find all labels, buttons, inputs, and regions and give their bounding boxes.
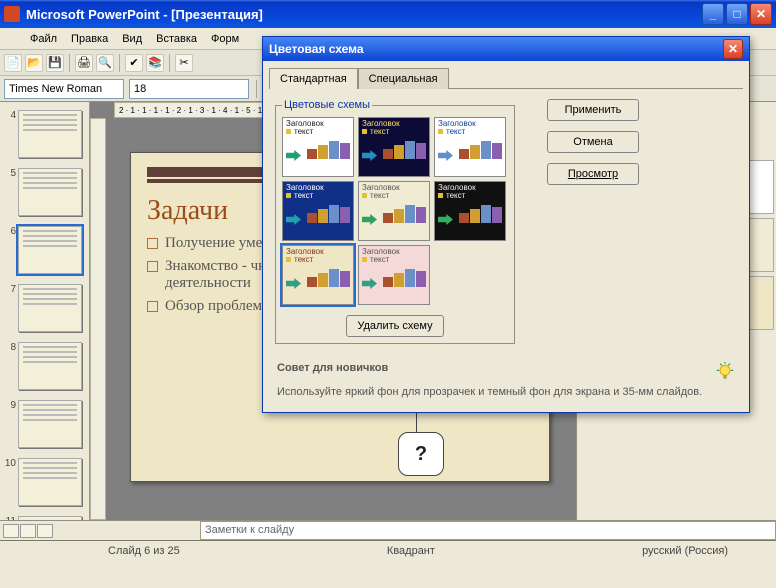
scheme-option-2[interactable]: Заголовоктекст .schpick:nth-child(3) .ar…	[434, 117, 506, 177]
lightbulb-icon	[715, 362, 735, 382]
schemes-legend: Цветовые схемы	[282, 99, 372, 111]
thumb-10[interactable]: 10	[4, 458, 85, 506]
save-icon[interactable]: 💾	[46, 54, 64, 72]
thumb-5[interactable]: 5	[4, 168, 85, 216]
schemes-group: Цветовые схемы Заголовоктекст .schpick:n…	[275, 99, 515, 344]
bottom-bar: Заметки к слайду	[0, 520, 776, 540]
scheme-option-6[interactable]: Заголовоктекст .schpick:nth-child(7) .ar…	[282, 245, 354, 305]
hint-text: Используйте яркий фон для прозрачек и те…	[277, 386, 702, 398]
thumb-8[interactable]: 8	[4, 342, 85, 390]
status-lang: русский (Россия)	[634, 545, 736, 557]
research-icon[interactable]: 📚	[146, 54, 164, 72]
vertical-ruler	[90, 118, 106, 520]
status-slide: Слайд 6 из 25	[100, 545, 188, 557]
app-title: Microsoft PowerPoint - [Презентация]	[26, 7, 263, 22]
scheme-option-1[interactable]: Заголовоктекст .schpick:nth-child(2) .ar…	[358, 117, 430, 177]
scheme-option-3[interactable]: Заголовоктекст .schpick:nth-child(4) .ar…	[282, 181, 354, 241]
font-select[interactable]	[4, 79, 124, 99]
menu-insert[interactable]: Вставка	[150, 31, 203, 47]
scheme-option-4[interactable]: Заголовоктекст .schpick:nth-child(5) .ar…	[358, 181, 430, 241]
size-select[interactable]	[129, 79, 249, 99]
menu-view[interactable]: Вид	[116, 31, 148, 47]
close-button[interactable]: ✕	[750, 3, 772, 25]
color-scheme-dialog: Цветовая схема ✕ Стандартная Специальная…	[262, 36, 750, 413]
cancel-button[interactable]: Отмена	[547, 131, 639, 153]
scheme-option-0[interactable]: Заголовоктекст .schpick:nth-child(1) .ar…	[282, 117, 354, 177]
slide-thumbnails[interactable]: 4 5 6 7 8 9 10 11	[0, 102, 90, 520]
thumb-11[interactable]: 11	[4, 516, 85, 520]
sorter-view-icon[interactable]	[20, 524, 36, 538]
view-buttons	[0, 521, 100, 540]
thumb-7[interactable]: 7	[4, 284, 85, 332]
menu-file[interactable]: Файл	[24, 31, 63, 47]
dialog-title: Цветовая схема	[269, 42, 364, 56]
print-icon[interactable]: 🖨	[75, 54, 93, 72]
preview-icon[interactable]: 🔍	[96, 54, 114, 72]
thumb-4[interactable]: 4	[4, 110, 85, 158]
tab-custom[interactable]: Специальная	[358, 68, 449, 89]
slideshow-view-icon[interactable]	[37, 524, 53, 538]
open-icon[interactable]: 📂	[25, 54, 43, 72]
maximize-button[interactable]: □	[726, 3, 748, 25]
app-icon	[4, 6, 20, 22]
preview-button[interactable]: Просмотр	[547, 163, 639, 185]
hint-box: Совет для новичков Используйте яркий фон…	[277, 362, 735, 398]
scheme-option-7[interactable]: Заголовоктекст .schpick:nth-child(8) .ar…	[358, 245, 430, 305]
status-theme: Квадрант	[188, 545, 634, 557]
thumb-9[interactable]: 9	[4, 400, 85, 448]
spell-icon[interactable]: ✔	[125, 54, 143, 72]
delete-scheme-button[interactable]: Удалить схему	[346, 315, 443, 337]
cut-icon[interactable]: ✂	[175, 54, 193, 72]
new-icon[interactable]: 📄	[4, 54, 22, 72]
minimize-button[interactable]: _	[702, 3, 724, 25]
titlebar: Microsoft PowerPoint - [Презентация] _ □…	[0, 0, 776, 28]
hint-title: Совет для новичков	[277, 362, 388, 374]
statusbar: Слайд 6 из 25 Квадрант русский (Россия)	[0, 540, 776, 560]
tab-standard[interactable]: Стандартная	[269, 68, 358, 89]
thumb-6[interactable]: 6	[4, 226, 85, 274]
notes-field[interactable]: Заметки к слайду	[200, 521, 776, 540]
dialog-titlebar[interactable]: Цветовая схема ✕	[263, 37, 749, 61]
apply-button[interactable]: Применить	[547, 99, 639, 121]
dialog-close-button[interactable]: ✕	[723, 39, 743, 59]
menu-edit[interactable]: Правка	[65, 31, 114, 47]
dialog-tabs: Стандартная Специальная	[269, 67, 743, 89]
menu-format[interactable]: Форм	[205, 31, 245, 47]
normal-view-icon[interactable]	[3, 524, 19, 538]
scheme-option-5[interactable]: Заголовоктекст .schpick:nth-child(6) .ar…	[434, 181, 506, 241]
